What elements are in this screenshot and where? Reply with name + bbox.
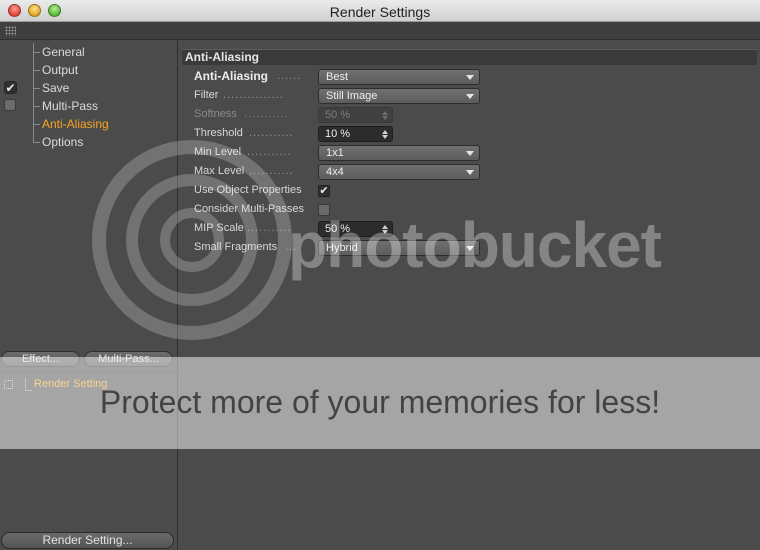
tree-item-label: Save — [42, 81, 70, 95]
setting-label: Anti-Aliasing — [194, 69, 268, 83]
row-anti-aliasing: Anti-Aliasing ...... Best — [179, 68, 760, 87]
setting-label: Filter — [194, 89, 219, 101]
chevron-down-icon — [466, 170, 474, 175]
tree-item-save[interactable]: ✔ Save — [0, 79, 178, 97]
checkmark-icon[interactable]: ✔ — [4, 81, 17, 94]
checkmark-icon: ✔ — [319, 185, 329, 197]
watermark-tagline: Protect more of your memories for less! — [99, 384, 661, 420]
stepper-arrows-icon — [382, 111, 388, 120]
tree-item-label: Multi-Pass — [42, 99, 99, 113]
chevron-down-icon — [466, 94, 474, 99]
max-level-dropdown[interactable]: 4x4 — [318, 164, 480, 180]
row-threshold: Threshold ........... 10 % — [179, 125, 760, 144]
row-min-level: Min Level ........... 1x1 — [179, 144, 760, 163]
section-header: Anti-Aliasing — [182, 49, 757, 65]
setting-label: Softness — [194, 108, 237, 120]
row-filter: Filter ............... Still Image — [179, 87, 760, 106]
tree-item-label: Output — [42, 63, 79, 77]
grip-icon[interactable] — [5, 26, 16, 36]
tree-item-output[interactable]: Output — [0, 61, 178, 79]
watermark-brand: photobucket — [288, 209, 662, 281]
filter-dropdown[interactable]: Still Image — [318, 88, 480, 104]
chevron-down-icon — [466, 151, 474, 156]
min-level-dropdown[interactable]: 1x1 — [318, 145, 480, 161]
chevron-down-icon — [466, 75, 474, 80]
setting-label: Threshold — [194, 127, 243, 139]
anti-aliasing-dropdown[interactable]: Best — [318, 69, 480, 85]
title-bar: Render Settings — [0, 0, 760, 22]
window-title: Render Settings — [329, 4, 431, 20]
stepper-arrows-icon[interactable] — [382, 130, 388, 139]
watermark-logo-ring — [160, 208, 224, 272]
use-object-properties-checkbox[interactable]: ✔ — [318, 185, 330, 197]
tree-item-label: Anti-Aliasing — [42, 117, 109, 131]
tree-item-general[interactable]: General — [0, 43, 178, 61]
tree-item-multi-pass[interactable]: Multi-Pass — [0, 97, 178, 115]
tree-item-label: Options — [42, 135, 84, 149]
toolbar — [0, 22, 760, 40]
row-softness: Softness ........... 50 % — [179, 106, 760, 125]
render-setting-button[interactable]: Render Setting... — [1, 532, 174, 549]
toggle-box-icon[interactable] — [4, 99, 16, 111]
section-title: Anti-Aliasing — [185, 50, 259, 64]
threshold-field[interactable]: 10 % — [318, 126, 393, 142]
softness-field: 50 % — [318, 107, 393, 123]
tree-item-label: General — [42, 45, 85, 59]
tree-item-anti-aliasing[interactable]: Anti-Aliasing — [0, 115, 178, 133]
